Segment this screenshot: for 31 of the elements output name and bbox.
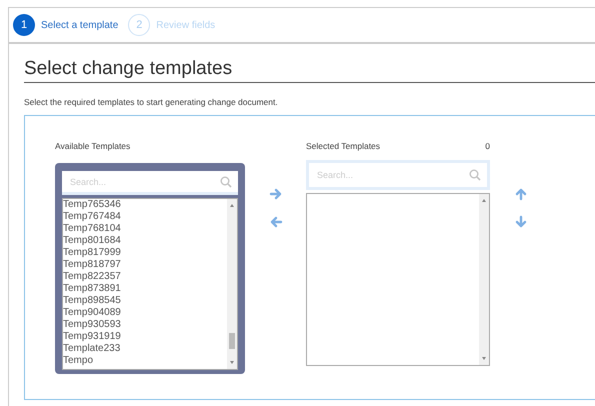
search-icon: [220, 176, 232, 188]
selected-list[interactable]: [306, 193, 490, 366]
move-right-button[interactable]: [268, 187, 282, 201]
list-item[interactable]: Temp822357: [63, 271, 121, 283]
scrollbar[interactable]: [227, 199, 237, 369]
list-item[interactable]: Temp898545: [63, 295, 121, 307]
list-item[interactable]: Temp768104: [63, 223, 121, 235]
list-item[interactable]: Temp765346: [63, 199, 121, 211]
list-item[interactable]: Temp818797: [63, 259, 121, 271]
list-item[interactable]: Template233: [63, 343, 120, 355]
list-item[interactable]: Temp817999: [63, 247, 121, 259]
list-item[interactable]: Temp904089: [63, 307, 121, 319]
list-item[interactable]: Temp767484: [63, 211, 121, 223]
list-item[interactable]: Temp801684: [63, 235, 121, 247]
list-item[interactable]: Temp873891: [63, 283, 121, 295]
selected-count: 0: [485, 141, 490, 151]
move-up-button[interactable]: [514, 187, 528, 201]
move-left-button[interactable]: [268, 215, 282, 229]
list-item[interactable]: Temp930593: [63, 319, 121, 331]
list-item[interactable]: Temp931919: [63, 331, 121, 343]
list-item[interactable]: Tempo: [63, 355, 94, 367]
list-label: Available Templates: [55, 141, 130, 151]
available-list[interactable]: Temp765346 Temp767484 Temp768104 Temp801684 Temp817999 Temp818797 Temp822357 Temp873891 Temp898545 Temp904089 Temp930593 Temp931919 Template233 Tempo: [62, 198, 238, 370]
list-label: Selected Templates: [306, 141, 380, 151]
description: Select the required templates to start generating change document.: [24, 97, 279, 107]
step-label[interactable]: Select a template: [41, 20, 118, 30]
scrollbar[interactable]: [479, 194, 489, 365]
search-icon: [469, 169, 481, 181]
step-number[interactable]: 1: [13, 14, 35, 36]
move-down-button[interactable]: [514, 215, 528, 229]
page-title: Select change templates: [24, 58, 595, 83]
